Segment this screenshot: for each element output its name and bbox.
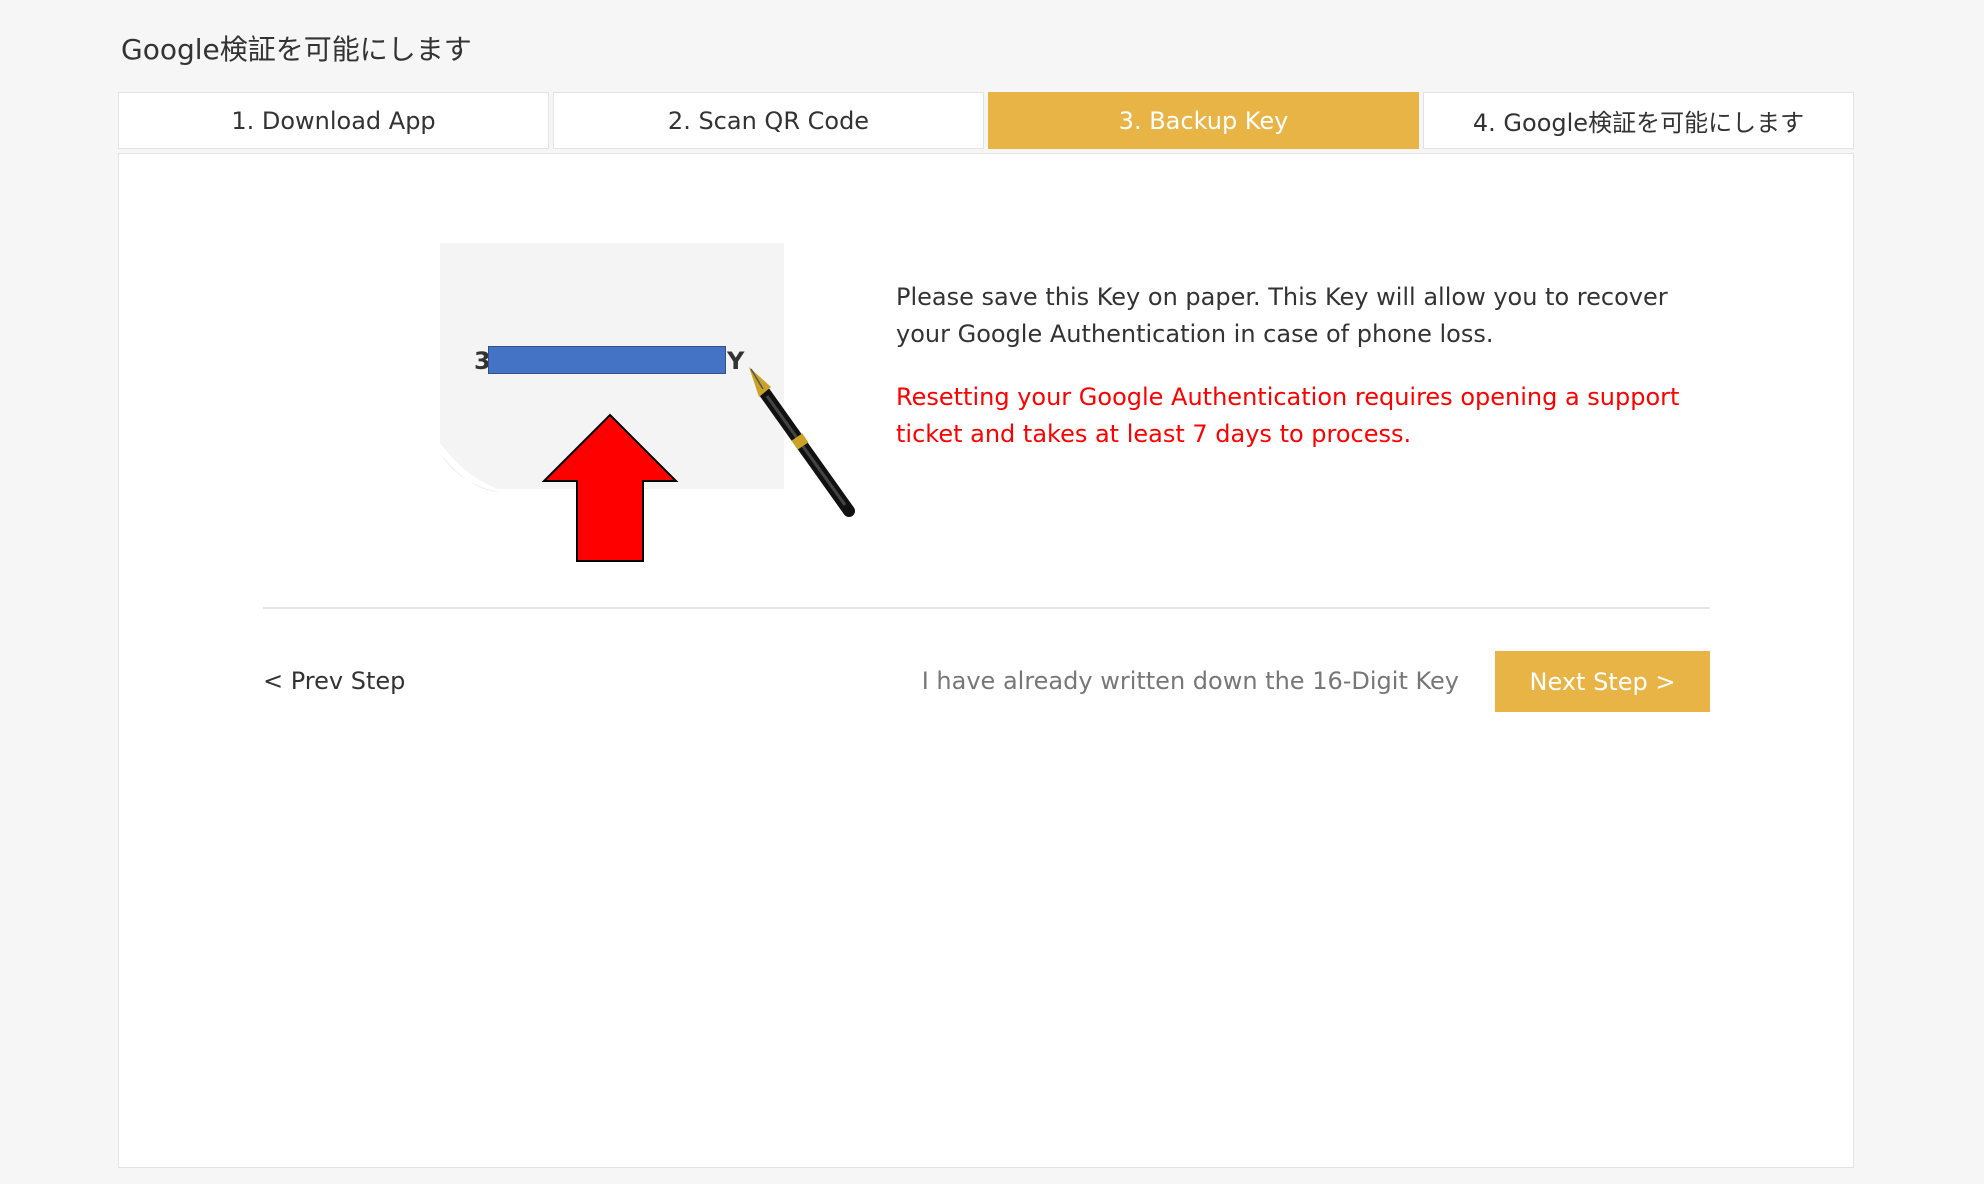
tab-backup-key[interactable]: 3. Backup Key — [988, 92, 1419, 149]
step-tabs: 1. Download App 2. Scan QR Code 3. Backu… — [118, 92, 1854, 149]
fountain-pen-icon — [749, 367, 855, 517]
warning-text: Resetting your Google Authentication req… — [896, 383, 1680, 448]
prev-step-link[interactable]: < Prev Step — [263, 663, 405, 699]
confirm-written-text: I have already written down the 16-Digit… — [921, 667, 1459, 695]
arrow-up-icon — [541, 413, 679, 562]
divider — [263, 607, 1710, 609]
key-suffix: Y — [727, 347, 745, 375]
instruction-text: Please save this Key on paper. This Key … — [896, 283, 1668, 348]
tab-download-app[interactable]: 1. Download App — [118, 92, 549, 149]
page-title: Google検証を可能にします — [121, 33, 472, 66]
tab-scan-qr-code[interactable]: 2. Scan QR Code — [553, 92, 984, 149]
instructions: Please save this Key on paper. This Key … — [896, 279, 1716, 453]
next-step-button[interactable]: Next Step > — [1495, 651, 1710, 712]
tab-enable-google-verification[interactable]: 4. Google検証を可能にします — [1423, 92, 1854, 149]
hidden-key-bar — [488, 346, 726, 374]
page-curl-icon — [440, 443, 510, 493]
backup-key-illustration: 3 Y — [440, 243, 870, 573]
